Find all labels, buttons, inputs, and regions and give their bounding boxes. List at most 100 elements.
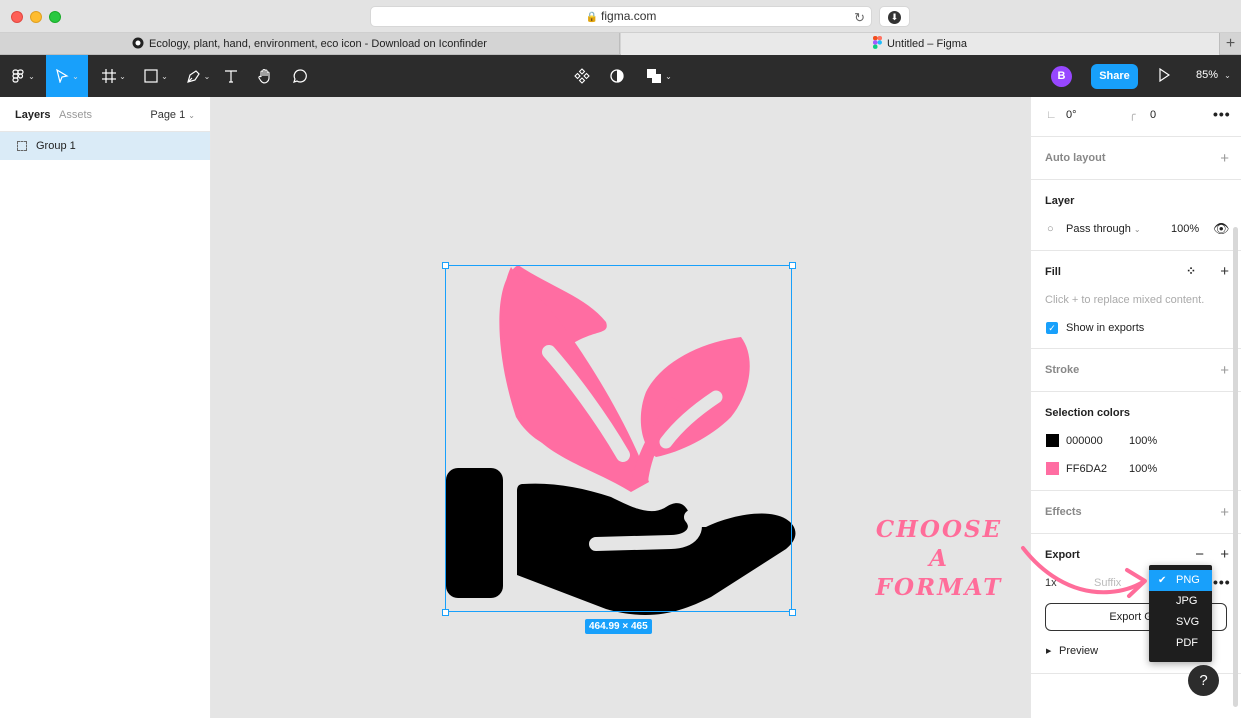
main-menu-button[interactable]: ⌄: [0, 55, 46, 97]
effects-title: Effects: [1045, 506, 1082, 518]
format-option-svg[interactable]: SVG: [1149, 612, 1212, 633]
downloads-button[interactable]: ⬇: [879, 6, 910, 27]
checkmark-icon: ✔: [1158, 575, 1167, 586]
browser-titlebar: 🔒 figma.com ↻ ⬇: [0, 0, 1241, 33]
style-grid-icon[interactable]: ⁘: [1186, 264, 1196, 278]
layers-panel: Layers Assets Page 1 ⌄ Group 1: [0, 97, 211, 718]
rotation-icon: ∟: [1046, 109, 1057, 121]
export-format-dropdown[interactable]: ✔ PNG JPG SVG PDF: [1149, 565, 1212, 662]
transform-section: ∟ 0° ╭ 0 •••: [1031, 97, 1241, 137]
chevron-down-icon: ⌄: [1224, 71, 1231, 80]
maximize-window-button[interactable]: [49, 11, 61, 23]
resize-handle-bottom-right[interactable]: [789, 609, 796, 616]
tab-assets[interactable]: Assets: [59, 109, 92, 121]
hand-tool-button[interactable]: [254, 55, 276, 97]
help-button[interactable]: ?: [1188, 665, 1219, 696]
fill-title: Fill: [1045, 266, 1061, 278]
chevron-down-icon: ⌄: [72, 71, 79, 81]
tab-iconfinder[interactable]: Ecology, plant, hand, environment, eco i…: [0, 33, 620, 55]
user-avatar[interactable]: B: [1051, 66, 1072, 87]
new-tab-button[interactable]: +: [1219, 33, 1241, 55]
format-option-png[interactable]: ✔ PNG: [1149, 570, 1212, 591]
figma-logo-icon: [12, 69, 24, 83]
resize-handle-top-right[interactable]: [789, 262, 796, 269]
add-auto-layout-button[interactable]: +: [1220, 151, 1229, 166]
tab-bar: Ecology, plant, hand, environment, eco i…: [0, 33, 1241, 55]
tab-layers[interactable]: Layers: [15, 109, 50, 121]
color-opacity[interactable]: 100%: [1129, 435, 1157, 447]
more-options-icon[interactable]: •••: [1213, 106, 1231, 122]
add-export-button[interactable]: +: [1220, 547, 1229, 562]
corner-radius-input[interactable]: 0: [1150, 109, 1156, 121]
annotation-line-1: Choose a: [875, 516, 1003, 572]
color-hex[interactable]: 000000: [1066, 435, 1103, 447]
design-canvas[interactable]: 464.99 × 465: [211, 97, 1030, 718]
format-option-jpg[interactable]: JPG: [1149, 591, 1212, 612]
resize-handle-top-left[interactable]: [442, 262, 449, 269]
fill-hint: Click + to replace mixed content.: [1045, 294, 1205, 306]
hand-icon: [258, 68, 270, 84]
format-option-pdf[interactable]: PDF: [1149, 633, 1212, 654]
page-selector[interactable]: Page 1 ⌄: [150, 109, 195, 121]
rotation-input[interactable]: 0°: [1066, 109, 1077, 121]
blend-mode-dropdown[interactable]: Pass through ⌄: [1066, 223, 1141, 235]
figma-toolbar: ⌄ ⌄ ⌄ ⌄ ⌄ ⌄ B Share 85% ⌄: [0, 55, 1241, 97]
format-label: JPG: [1176, 595, 1198, 607]
color-opacity[interactable]: 100%: [1129, 463, 1157, 475]
layer-row[interactable]: Group 1: [0, 132, 210, 160]
caret-right-icon[interactable]: ▶: [1046, 647, 1051, 655]
pen-tool-button[interactable]: ⌄: [180, 55, 216, 97]
layers-panel-header: Layers Assets Page 1 ⌄: [0, 97, 210, 132]
zoom-dropdown[interactable]: 85% ⌄: [1196, 69, 1231, 81]
blend-mode-value: Pass through: [1066, 223, 1131, 235]
color-swatch[interactable]: [1046, 462, 1059, 475]
stroke-section: Stroke +: [1031, 349, 1241, 392]
resize-handle-bottom-left[interactable]: [442, 609, 449, 616]
move-tool-button[interactable]: ⌄: [46, 55, 88, 97]
address-bar[interactable]: 🔒 figma.com ↻: [370, 6, 872, 27]
corner-radius-icon: ╭: [1129, 109, 1136, 121]
show-in-exports-checkbox[interactable]: ✓: [1046, 322, 1058, 334]
text-tool-button[interactable]: [220, 55, 242, 97]
fill-section: Fill ⁘ + Click + to replace mixed conten…: [1031, 251, 1241, 349]
comment-tool-button[interactable]: [289, 55, 311, 97]
cursor-icon: [56, 69, 69, 83]
chevron-down-icon: ⌄: [119, 71, 126, 81]
eye-icon[interactable]: 👁: [1213, 221, 1230, 237]
close-window-button[interactable]: [11, 11, 23, 23]
figma-favicon-icon: [872, 36, 882, 49]
export-settings-icon[interactable]: •••: [1213, 574, 1231, 590]
present-play-icon[interactable]: [1158, 68, 1170, 82]
stroke-title: Stroke: [1045, 364, 1080, 376]
mask-button[interactable]: [607, 55, 627, 97]
boolean-groups-button[interactable]: ⌄: [642, 55, 676, 97]
color-swatch[interactable]: [1046, 434, 1059, 447]
add-stroke-button[interactable]: +: [1220, 363, 1229, 378]
color-hex[interactable]: FF6DA2: [1066, 463, 1107, 475]
format-label: PDF: [1176, 637, 1198, 649]
selection-colors-section: Selection colors 000000 100% FF6DA2 100%: [1031, 392, 1241, 491]
shape-tool-button[interactable]: ⌄: [138, 55, 174, 97]
selection-box[interactable]: [445, 265, 792, 612]
panel-scrollbar[interactable]: [1233, 227, 1238, 707]
layer-opacity-input[interactable]: 100%: [1171, 223, 1199, 235]
chevron-down-icon: ⌄: [1133, 225, 1141, 234]
share-button[interactable]: Share: [1091, 64, 1138, 89]
tab-label: Ecology, plant, hand, environment, eco i…: [149, 38, 487, 50]
tab-figma[interactable]: Untitled – Figma: [621, 33, 1219, 55]
layer-name: Group 1: [36, 140, 76, 152]
auto-layout-section: Auto layout +: [1031, 137, 1241, 180]
lock-icon: 🔒: [585, 12, 599, 23]
export-preview-toggle[interactable]: Preview: [1059, 645, 1098, 657]
frame-tool-button[interactable]: ⌄: [96, 55, 132, 97]
components-button[interactable]: [572, 55, 592, 97]
add-fill-button[interactable]: +: [1220, 264, 1229, 279]
minimize-window-button[interactable]: [30, 11, 42, 23]
reload-icon[interactable]: ↻: [854, 8, 865, 27]
auto-layout-title: Auto layout: [1045, 152, 1106, 164]
zoom-value: 85%: [1196, 69, 1219, 81]
component-icon: [574, 68, 590, 84]
add-effect-button[interactable]: +: [1220, 505, 1229, 520]
comment-icon: [293, 69, 307, 83]
remove-export-button[interactable]: −: [1195, 547, 1204, 562]
